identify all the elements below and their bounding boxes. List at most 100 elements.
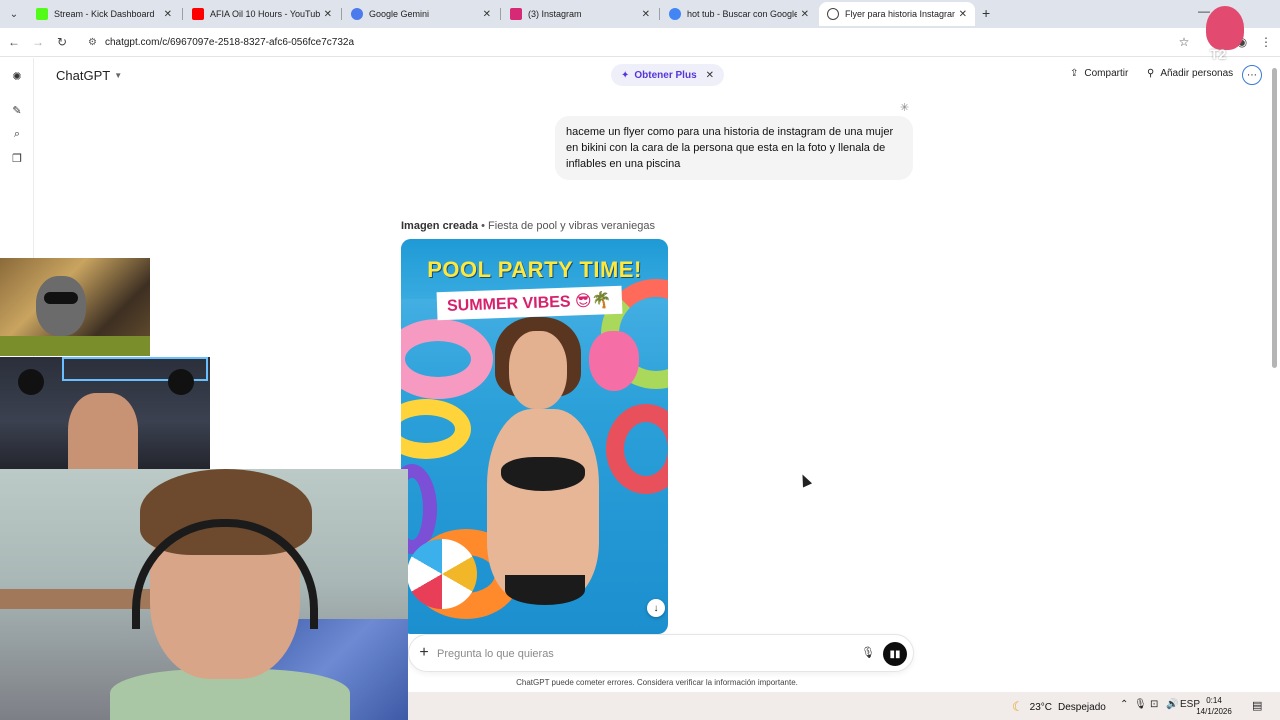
browser-toolbar: ← → ↻ ⚙ chatgpt.com/c/6967097e-2518-8327… (0, 28, 1280, 57)
close-icon[interactable]: ✕ (801, 9, 809, 20)
overlay-boxing-video (0, 357, 210, 485)
share-label: Compartir (1084, 68, 1129, 79)
overlay-raccoon-video (0, 258, 150, 356)
more-options-button[interactable]: ⋯ (1242, 65, 1262, 85)
browser-menu-icon[interactable]: ⋮ (1258, 34, 1274, 50)
temperature: 23°C (1029, 701, 1052, 713)
prompt-input[interactable] (437, 644, 857, 664)
tab-google-search[interactable]: hot tub - Buscar con Google ✕ (661, 2, 817, 26)
chatgpt-icon (827, 8, 839, 20)
clock[interactable]: 0:14 14/1/2026 (1194, 695, 1234, 717)
windows-taskbar: ☾ 23°C Despejado ⌃ 🎙 ⊡ 🔊 ESP 0:14 14/1/2… (408, 692, 1280, 720)
close-icon[interactable]: ✕ (642, 9, 650, 20)
overlay-webcam (0, 469, 408, 720)
weather-widget[interactable]: ☾ 23°C Despejado (1012, 699, 1106, 715)
microphone-icon[interactable]: 🎙 (861, 646, 875, 659)
reload-button[interactable]: ↻ (54, 34, 70, 50)
close-icon[interactable]: ✕ (324, 9, 332, 20)
generated-image[interactable]: POOL PARTY TIME! SUMMER VIBES 😎🌴 (401, 239, 668, 634)
close-icon[interactable]: ✕ (483, 9, 491, 20)
flyer-title: POOL PARTY TIME! (427, 257, 642, 282)
close-icon[interactable]: ✕ (164, 9, 172, 20)
openai-logo-icon[interactable]: ✺ (10, 69, 24, 83)
kick-icon (36, 8, 48, 20)
notifications-icon[interactable]: ▤ (1252, 699, 1262, 712)
beach-ball (407, 539, 477, 609)
ellipsis-icon: ⋯ (1247, 69, 1257, 81)
add-people-button[interactable]: ⚲ Añadir personas (1147, 68, 1233, 79)
back-button[interactable]: ← (6, 34, 22, 50)
person-figure (483, 317, 603, 634)
volume-icon[interactable]: 🔊 (1166, 699, 1178, 710)
moon-icon: ☾ (1012, 699, 1024, 714)
weather-condition: Despejado (1058, 701, 1106, 713)
chibi-character (1206, 6, 1244, 50)
tab-kick-dashboard[interactable]: Stream - Kick Dashboard ✕ (28, 2, 180, 26)
overlay-chibi-sticker: T2 (1200, 2, 1250, 68)
get-plus-label: Obtener Plus (634, 69, 697, 81)
loading-spinner-icon: ✳ (900, 102, 910, 114)
new-chat-icon[interactable]: ✎ (10, 103, 24, 117)
forward-button[interactable]: → (30, 34, 46, 50)
grass (0, 336, 150, 356)
user-message: haceme un flyer como para una historia d… (555, 116, 913, 180)
torso (487, 409, 599, 599)
tab-search-menu-icon[interactable]: ⌄ (4, 4, 24, 24)
arrow-down-icon: ↓ (653, 602, 659, 614)
caption-dot: • (481, 220, 489, 232)
bikini-top (501, 457, 585, 491)
tab-separator (500, 8, 501, 20)
watermelon-float (606, 404, 668, 494)
waveform-icon: ▮▮ (889, 648, 901, 660)
sparkle-icon: ✦ (621, 69, 630, 81)
tab-chatgpt-flyer[interactable]: Flyer para historia Instagram ✕ (819, 2, 975, 26)
youtube-icon (192, 8, 204, 20)
clock-date: 14/1/2026 (1196, 707, 1232, 716)
image-created-label: Imagen creada (401, 220, 479, 232)
browser-tabstrip: ⌄ Stream - Kick Dashboard ✕ AFIA Oil 10 … (0, 0, 1280, 28)
microphone-tray-icon[interactable]: 🎙 (1134, 699, 1147, 710)
voice-mode-button[interactable]: ▮▮ (883, 642, 907, 666)
download-button[interactable]: ↓ (647, 599, 665, 617)
close-icon[interactable]: ✕ (959, 9, 967, 20)
library-icon[interactable]: ❐ (10, 151, 24, 165)
clock-time: 0:14 (1206, 696, 1222, 705)
donut-float-pink (401, 319, 493, 399)
bookmark-star-icon[interactable]: ☆ (1176, 34, 1192, 50)
tab-instagram[interactable]: (3) Instagram ✕ (502, 2, 658, 26)
bikini-bottom (505, 575, 585, 605)
scrollbar[interactable] (1270, 58, 1278, 692)
flyer-subtitle: SUMMER VIBES 😎🌴 (436, 285, 623, 321)
chevron-up-icon[interactable]: ⌃ (1120, 699, 1128, 710)
person-icon: ⚲ (1147, 68, 1155, 79)
disclaimer: ChatGPT puede cometer errores. Considera… (516, 678, 798, 687)
share-icon: ⇪ (1070, 68, 1079, 79)
image-subtitle: Fiesta de pool y vibras veraniegas (488, 220, 655, 232)
tab-separator (341, 8, 342, 20)
tab-separator (182, 8, 183, 20)
gemini-icon (351, 8, 363, 20)
network-icon[interactable]: ⊡ (1150, 699, 1158, 710)
new-tab-button[interactable]: + (982, 5, 990, 21)
tab-youtube[interactable]: AFIA Oil 10 Hours - YouTube ✕ (184, 2, 340, 26)
boxing-glove-left (18, 369, 44, 395)
search-icon[interactable]: ⌕ (10, 127, 24, 141)
image-caption: Imagen creada • Fiesta de pool y vibras … (401, 220, 655, 232)
url-text: chatgpt.com/c/6967097e-2518-8327-afc6-05… (104, 36, 355, 48)
share-button[interactable]: ⇪ Compartir (1070, 68, 1128, 79)
address-bar[interactable]: ⚙ chatgpt.com/c/6967097e-2518-8327-afc6-… (80, 31, 1200, 53)
google-icon (669, 8, 681, 20)
chibi-badge: T2 (1210, 46, 1227, 62)
raccoon (36, 276, 86, 336)
add-attachment-button[interactable]: + (415, 644, 433, 662)
chevron-down-icon: ▼ (114, 71, 123, 80)
model-selector[interactable]: ChatGPT ▼ (56, 68, 122, 83)
get-plus-button[interactable]: ✦ Obtener Plus ✕ (611, 64, 725, 86)
boxing-glove-right (168, 369, 194, 395)
close-icon[interactable]: ✕ (706, 70, 714, 81)
tab-gemini[interactable]: Google Gemini ✕ (343, 2, 499, 26)
mouse-cursor (797, 472, 813, 488)
scrollbar-thumb[interactable] (1272, 68, 1277, 368)
site-info-icon[interactable]: ⚙ (88, 37, 97, 48)
raccoon-mask (44, 292, 78, 304)
